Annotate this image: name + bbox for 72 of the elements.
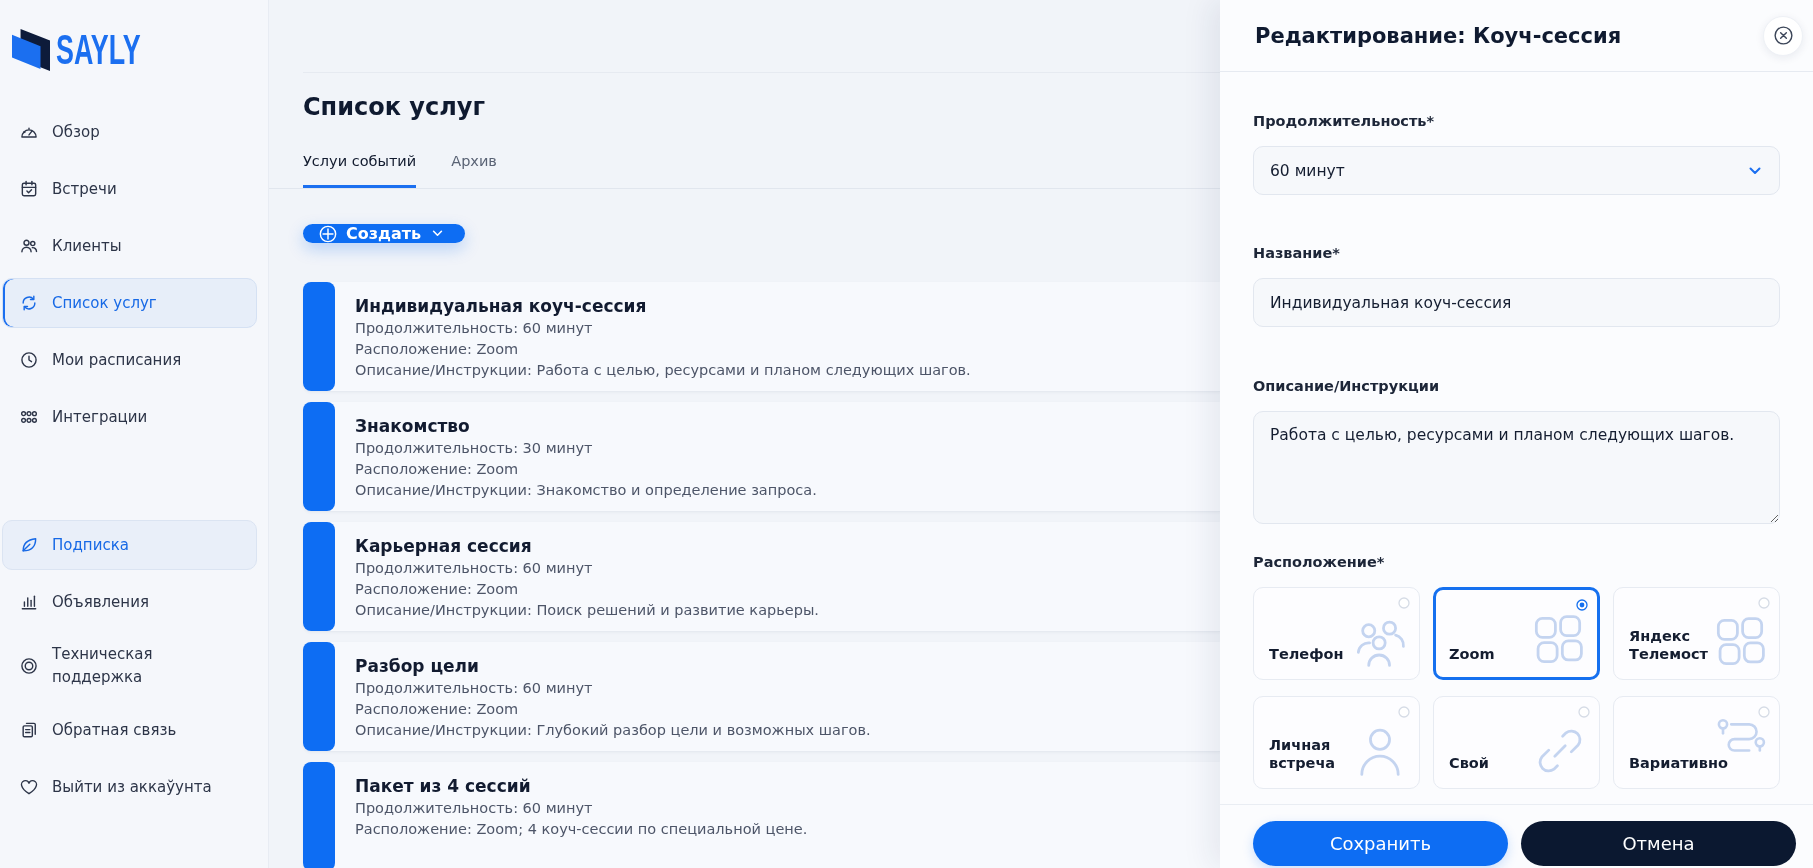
field-label: Название* <box>1253 244 1341 262</box>
four-squares-icon <box>1714 616 1766 668</box>
location-option[interactable]: Zoom <box>1433 587 1600 680</box>
page-title: Список услуг <box>303 92 486 122</box>
sidebar-item[interactable]: Обратная связь <box>2 705 257 755</box>
service-card[interactable]: Знакомство Продолжительность: 30 минут Расположение: Zoom Описание/Инструкции: Знакомство и определение запроса. <box>303 402 1220 512</box>
service-detail: Продолжительность: 60 минут <box>355 319 594 338</box>
service-detail: Описание/Инструкции: Знакомство и определение запроса. <box>355 481 817 500</box>
close-button[interactable] <box>1763 15 1803 56</box>
service-detail: Расположение: Zoom <box>355 580 520 599</box>
service-detail: Расположение: Zoom <box>355 460 520 479</box>
service-detail: Продолжительность: 60 минут <box>355 799 594 818</box>
location-option[interactable]: Личная встреча <box>1253 696 1420 789</box>
chevron-down-icon <box>432 230 444 237</box>
location-option[interactable]: Телефон <box>1253 587 1420 680</box>
service-title: Разбор цели <box>355 655 480 678</box>
service-detail: Продолжительность: 30 минут <box>355 439 594 458</box>
service-title: Индивидуальная коуч-сессия <box>355 295 648 318</box>
logo-text: SAYLY <box>56 28 141 72</box>
field-label: Продолжительность* <box>1253 112 1436 130</box>
sidebar-item[interactable]: Список услуг <box>2 278 257 328</box>
clock-icon <box>19 350 39 370</box>
service-detail: Расположение: Zoom <box>355 700 520 719</box>
leaf-icon <box>19 535 39 555</box>
chevron-down-icon <box>1749 166 1761 175</box>
sidebar-item[interactable]: Встречи <box>2 164 257 214</box>
service-detail: Описание/Инструкции: Глубокий разбор цели и возможных шагов. <box>355 721 871 740</box>
heart-icon <box>19 777 39 797</box>
sidebar-item[interactable]: Клиенты <box>2 221 257 271</box>
service-detail: Описание/Инструкции: Поиск решений и развитие карьеры. <box>355 601 819 620</box>
duration-select[interactable]: 60 минут <box>1253 146 1780 195</box>
close-icon <box>1773 26 1793 45</box>
route-icon <box>1716 717 1766 753</box>
cancel-button[interactable]: Отмена <box>1521 821 1796 866</box>
service-detail: Продолжительность: 60 минут <box>355 559 594 578</box>
service-card[interactable]: Карьерная сессия Продолжительность: 60 минут Расположение: Zoom Описание/Инструкции: Поиск решений и развитие карьеры. <box>303 522 1220 632</box>
service-card[interactable]: Разбор цели Продолжительность: 60 минут Расположение: Zoom Описание/Инструкции: Глубокий разбор цели и возможных шагов. <box>303 642 1220 752</box>
sidebar-item[interactable]: Обзор <box>2 107 257 157</box>
sidebar-item[interactable]: Техническая поддержка <box>2 634 257 698</box>
service-card[interactable]: Пакет из 4 сессий Продолжительность: 60 минут Расположение: Zoom; 4 коуч-сессии по специальной цене. <box>303 762 1220 868</box>
bar-chart-icon <box>19 592 39 612</box>
service-detail: Расположение: Zoom <box>355 340 520 359</box>
service-card[interactable]: Индивидуальная коуч-сессия Продолжительность: 60 минут Расположение: Zoom Описание/Инструкции: Работа с целью, ресурсами и планом следующих шагов. <box>303 282 1220 392</box>
tab[interactable]: Услуи событий <box>303 138 417 188</box>
sidebar-item[interactable]: Объявления <box>2 577 257 627</box>
service-title: Пакет из 4 сессий <box>355 775 532 798</box>
service-title: Карьерная сессия <box>355 535 533 558</box>
location-option[interactable]: Вариативно <box>1613 696 1780 789</box>
documents-icon <box>19 720 39 740</box>
logo-icon <box>12 29 50 71</box>
service-detail: Описание/Инструкции: Работа с целью, ресурсами и планом следующих шагов. <box>355 361 971 380</box>
name-field[interactable]: Индивидуальная коуч-сессия <box>1253 278 1780 327</box>
description-field[interactable]: Работа с целью, ресурсами и планом следующих шагов. <box>1253 411 1780 524</box>
sidebar-item[interactable]: Мои расписания <box>2 335 257 385</box>
field-label: Расположение* <box>1253 553 1386 571</box>
save-button[interactable]: Сохранить <box>1253 821 1508 866</box>
four-squares-icon <box>1532 614 1584 666</box>
sidebar-item[interactable]: Подписка <box>2 520 257 570</box>
sidebar-item[interactable]: Выйти из аккаўунта <box>2 762 257 812</box>
panel-title: Редактирование: Коуч-сессия <box>1255 23 1622 48</box>
plus-circle-icon <box>319 224 337 243</box>
service-detail: Расположение: Zoom; 4 коуч-сессии по специальной цене. <box>355 820 808 839</box>
field-label: Описание/Инструкции <box>1253 377 1441 395</box>
sidebar-item[interactable]: Интеграции <box>2 392 257 442</box>
location-option[interactable]: Яндекс Телемост <box>1613 587 1780 680</box>
service-title: Знакомство <box>355 415 471 438</box>
tab[interactable]: Архив <box>451 138 497 188</box>
location-option[interactable]: Свой <box>1433 696 1600 789</box>
calendar-icon <box>19 179 39 199</box>
service-detail: Продолжительность: 60 минут <box>355 679 594 698</box>
create-button[interactable]: Создать <box>303 224 466 243</box>
coin-icon <box>19 656 39 676</box>
